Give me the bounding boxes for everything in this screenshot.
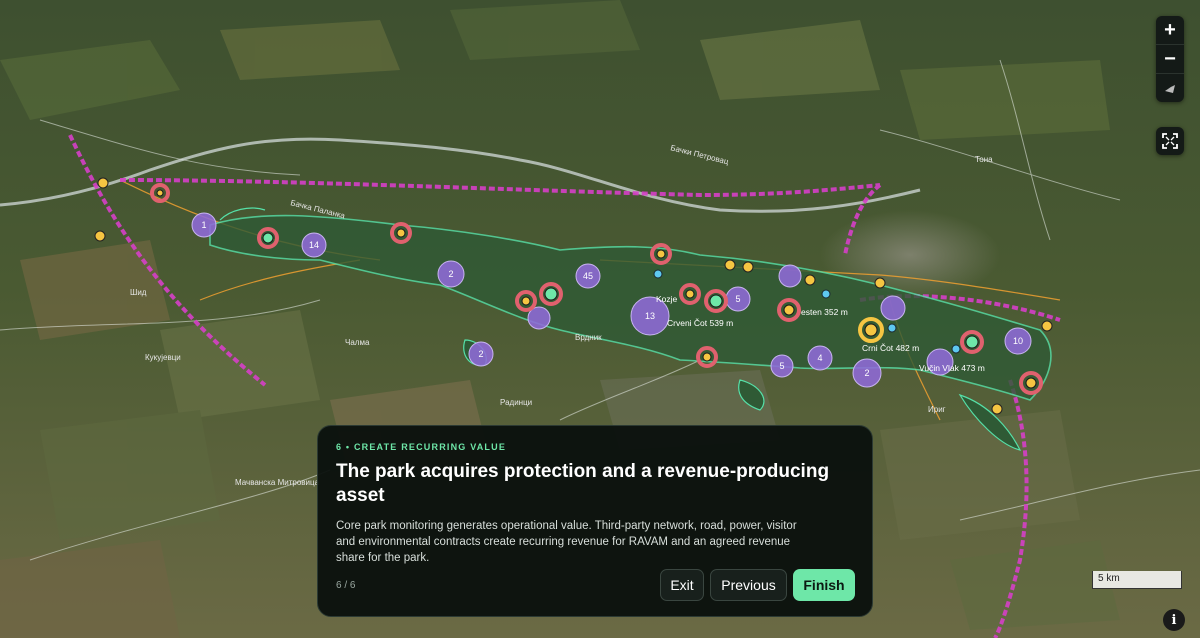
poi-marker[interactable] bbox=[804, 274, 816, 286]
cluster-count: 5 bbox=[735, 294, 740, 304]
peak-label: Kozje bbox=[656, 294, 678, 304]
town-label: Радинци bbox=[500, 398, 532, 407]
finish-button[interactable]: Finish bbox=[793, 569, 855, 601]
compass-icon bbox=[1165, 85, 1175, 93]
cluster-count: 13 bbox=[645, 311, 655, 321]
tour-body: Core park monitoring generates operation… bbox=[336, 520, 797, 564]
cluster-marker[interactable]: 5 bbox=[725, 286, 751, 312]
poi-marker[interactable] bbox=[742, 261, 754, 273]
sensor-dot[interactable] bbox=[653, 269, 663, 279]
cluster-marker[interactable]: 4 bbox=[807, 345, 833, 371]
tour-actions: Exit Previous Finish bbox=[660, 569, 855, 601]
fullscreen-icon bbox=[1162, 133, 1178, 149]
town-label: Тона bbox=[975, 155, 993, 164]
cluster-marker[interactable] bbox=[880, 295, 906, 321]
exit-button[interactable]: Exit bbox=[660, 569, 704, 601]
poi-marker[interactable] bbox=[874, 277, 886, 289]
cluster-marker[interactable]: 2 bbox=[437, 260, 465, 288]
fullscreen-button[interactable] bbox=[1156, 127, 1184, 155]
sensor-dot[interactable] bbox=[821, 289, 831, 299]
cluster-marker[interactable]: 2 bbox=[852, 358, 882, 388]
zoom-out-button[interactable]: − bbox=[1156, 45, 1184, 74]
tour-title: The park acquires protection and a reven… bbox=[336, 461, 830, 506]
poi-marker[interactable] bbox=[1041, 320, 1053, 332]
cluster-marker[interactable]: 10 bbox=[1004, 327, 1032, 355]
zoom-in-button[interactable]: + bbox=[1156, 16, 1184, 45]
sensor-dot[interactable] bbox=[887, 323, 897, 333]
cluster-marker[interactable]: 2 bbox=[468, 341, 494, 367]
cluster-count: 5 bbox=[779, 361, 784, 371]
tour-card: 6 • CREATE RECURRING VALUE The park acqu… bbox=[317, 425, 873, 617]
peak-label: Crni Čot 482 m bbox=[862, 343, 919, 353]
compass-button[interactable] bbox=[1156, 74, 1184, 102]
zoom-controls: + − bbox=[1156, 16, 1184, 102]
peak-label: esten 352 m bbox=[801, 307, 848, 317]
poi-marker[interactable] bbox=[94, 230, 106, 242]
fullscreen-control bbox=[1156, 127, 1184, 155]
town-label: Кукујевци bbox=[145, 353, 181, 362]
cluster-count: 2 bbox=[448, 269, 453, 279]
poi-marker[interactable] bbox=[991, 403, 1003, 415]
info-button[interactable]: i bbox=[1163, 609, 1185, 631]
cluster-count: 4 bbox=[817, 353, 822, 363]
cluster-count: 45 bbox=[583, 271, 593, 281]
cluster-marker[interactable]: 1 bbox=[191, 212, 217, 238]
sensor-dot[interactable] bbox=[951, 344, 961, 354]
cluster-count: 14 bbox=[309, 240, 319, 250]
town-label: Мачванска Митровица bbox=[235, 478, 320, 487]
peak-label: Crveni Čot 539 m bbox=[667, 318, 733, 328]
cluster-count: 10 bbox=[1013, 336, 1023, 346]
peak-label: Vučin Vlak 473 m bbox=[919, 363, 985, 373]
cluster-marker[interactable]: 5 bbox=[770, 354, 794, 378]
poi-marker[interactable] bbox=[724, 259, 736, 271]
scale-bar: 5 km bbox=[1092, 571, 1182, 589]
plus-icon: + bbox=[1164, 18, 1176, 41]
cluster-marker[interactable] bbox=[778, 264, 802, 288]
town-label: Чалма bbox=[345, 338, 370, 347]
cluster-count: 2 bbox=[864, 368, 869, 378]
previous-button[interactable]: Previous bbox=[710, 569, 787, 601]
poi-marker[interactable] bbox=[97, 177, 109, 189]
tour-step-eyebrow: 6 • CREATE RECURRING VALUE bbox=[336, 442, 507, 452]
cluster-marker[interactable]: 45 bbox=[575, 263, 601, 289]
town-label: Шид bbox=[130, 288, 147, 297]
town-label: Ириг bbox=[928, 405, 946, 414]
cluster-count: 1 bbox=[201, 220, 206, 230]
town-label: Врдник bbox=[575, 333, 602, 342]
cluster-marker[interactable]: 14 bbox=[301, 232, 327, 258]
cluster-count: 2 bbox=[478, 349, 483, 359]
info-icon: i bbox=[1171, 612, 1177, 628]
tour-step-counter: 6 / 6 bbox=[336, 580, 356, 591]
minus-icon: − bbox=[1164, 47, 1176, 70]
